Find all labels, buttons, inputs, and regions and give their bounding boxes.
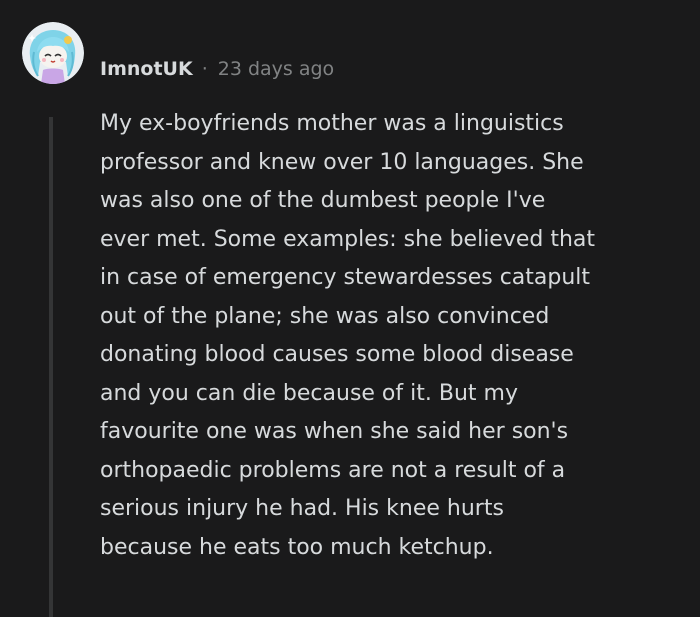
comment-body-line: and you can die because of it. But my <box>100 380 518 406</box>
comment-body-line: was also one of the dumbest people I've <box>100 188 546 213</box>
comment-body-line: serious injury he had. His knee hurts <box>100 496 504 521</box>
user-avatar[interactable] <box>22 22 84 84</box>
comment-header: ImnotUK · 23 days ago <box>100 54 334 84</box>
comment-body-line: donating blood causes some blood disease <box>100 342 574 367</box>
comment-body-line: because he eats too much ketchup. <box>100 534 494 560</box>
username-link[interactable]: ImnotUK <box>100 58 193 80</box>
meta-separator: · <box>201 58 208 80</box>
comment-body-line: My ex-boyfriends mother was a linguistic… <box>100 111 564 136</box>
comment-body-line: professor and knew over 10 languages. Sh… <box>100 149 584 175</box>
comment-body: My ex-boyfriends mother was a linguistic… <box>100 105 690 567</box>
comment-body-line: favourite one was when she said her son'… <box>100 419 569 444</box>
comment-body-line: out of the plane; she was also convinced <box>100 303 550 329</box>
comment-body-line: in case of emergency stewardesses catapu… <box>100 265 591 290</box>
comment-body-line: ever met. Some examples: she believed th… <box>100 226 596 252</box>
thread-collapse-line[interactable] <box>49 117 53 617</box>
snoo-avatar-icon <box>22 22 84 84</box>
comment-timestamp[interactable]: 23 days ago <box>218 58 334 80</box>
comment: ImnotUK · 23 days ago My ex-boyfriends m… <box>0 0 700 617</box>
comment-body-line: orthopaedic problems are not a result of… <box>100 457 566 483</box>
